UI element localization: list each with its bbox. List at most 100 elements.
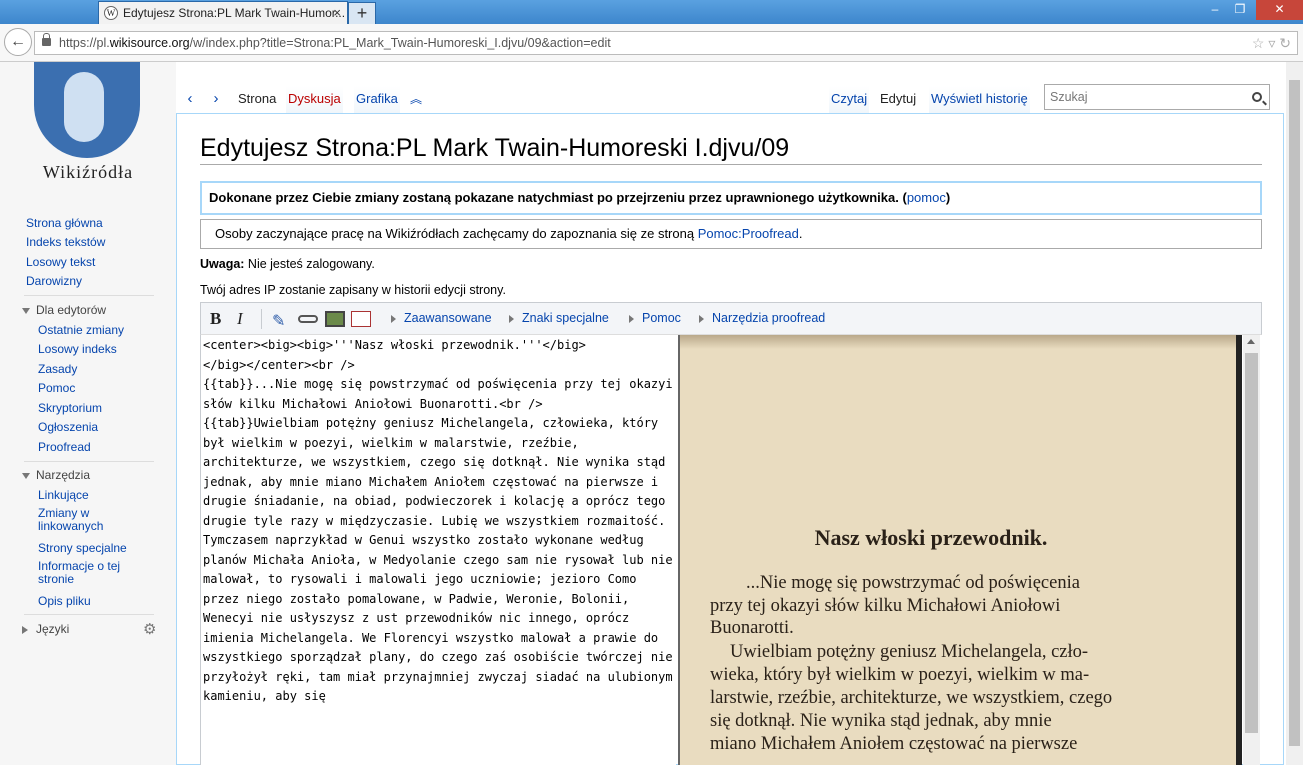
help-link[interactable]: pomoc xyxy=(907,190,946,205)
scan-line: ...Nie mogę się powstrzymać od poświęcen… xyxy=(746,573,1080,593)
tab-title: Edytujesz Strona:PL Mark Twain-Humor... xyxy=(123,6,346,20)
gear-icon[interactable]: ⚙ xyxy=(143,620,156,638)
expand-triangle-icon xyxy=(22,625,28,634)
proofread-notice-end: . xyxy=(798,226,803,241)
globe-logo-icon xyxy=(34,62,140,158)
url-domain: wikisource.org xyxy=(109,36,190,50)
toolbar-special-chars[interactable]: Znaki specjalne xyxy=(509,311,609,325)
browser-tab[interactable]: W Edytujesz Strona:PL Mark Twain-Humor..… xyxy=(98,1,348,24)
page-scrollbar-thumb[interactable] xyxy=(1289,80,1300,746)
new-tab-button[interactable]: + xyxy=(348,2,376,24)
toolbar-advanced[interactable]: Zaawansowane xyxy=(391,311,492,325)
sidebar-item-help[interactable]: Pomoc xyxy=(38,379,75,399)
page-scan-image: Nasz włoski przewodnik. ...Nie mogę się … xyxy=(678,335,1242,765)
sidebar-item-text-index[interactable]: Indeks tekstów xyxy=(26,233,105,253)
search-icon[interactable] xyxy=(1252,92,1262,102)
wikisource-logo[interactable]: Wikiźródła xyxy=(28,62,148,182)
toolbar-proofread-tools[interactable]: Narzędzia proofread xyxy=(699,311,825,325)
sidebar-item-random-index[interactable]: Losowy indeks xyxy=(38,340,117,360)
tab-read[interactable]: Czytaj xyxy=(829,86,870,114)
scan-line: przy tej okazyi słów kilku Michałowi Ani… xyxy=(710,596,1061,616)
scan-line: larstwie, rzeźbie, architekturze, we wsz… xyxy=(710,688,1113,708)
image-icon[interactable] xyxy=(325,311,345,327)
search-input[interactable]: Szukaj xyxy=(1044,84,1270,110)
sidebar-item-donations[interactable]: Darowizny xyxy=(26,272,82,292)
review-notice-end: ) xyxy=(945,190,951,205)
tab-history[interactable]: Wyświetl historię xyxy=(929,86,1030,114)
sidebar-item-file-description[interactable]: Opis pliku xyxy=(38,592,91,612)
wikipedia-favicon-icon: W xyxy=(104,6,118,20)
sidebar-item-main-page[interactable]: Strona główna xyxy=(26,214,103,234)
editors-section-header[interactable]: Dla edytorów xyxy=(22,303,106,317)
tools-section-header[interactable]: Narzędzia xyxy=(22,468,90,482)
sidebar-divider xyxy=(24,461,154,462)
sidebar-item-special-pages[interactable]: Strony specjalne xyxy=(38,539,127,559)
scan-line: się dotknął. Nie wynika stąd jednak, aby… xyxy=(710,711,1052,731)
back-arrow-icon[interactable]: ← xyxy=(4,28,32,56)
proofread-notice-text: Osoby zaczynające pracę na Wikiźródłach … xyxy=(215,226,698,241)
languages-section-header[interactable]: Języki xyxy=(22,622,69,636)
tab-edit[interactable]: Edytuj xyxy=(878,86,919,114)
review-notice-text: Dokonane przez Ciebie zmiany zostaną pok… xyxy=(209,190,907,205)
scan-page-edge xyxy=(680,335,1242,349)
sidebar-item-announcements[interactable]: Ogłoszenia xyxy=(38,418,98,438)
signature-icon[interactable]: ✎ xyxy=(272,311,292,330)
reference-icon[interactable] xyxy=(351,311,371,327)
login-warning: Uwaga: Nie jesteś zalogowany. xyxy=(200,257,375,271)
sidebar-item-recent-changes[interactable]: Ostatnie zmiany xyxy=(38,321,124,341)
sidebar-item-related-changes[interactable]: Zmiany w linkowanych xyxy=(38,507,118,533)
browser-navbar: ← https://pl.wikisource.org/w/index.php?… xyxy=(0,24,1303,62)
tab-discussion[interactable]: Dyskusja xyxy=(286,86,343,114)
link-icon[interactable] xyxy=(298,315,318,323)
sidebar-item-what-links-here[interactable]: Linkujące xyxy=(38,486,89,506)
sidebar-item-page-info[interactable]: Informacje o tej stronie xyxy=(38,560,138,586)
url-path: /w/index.php?title=Strona:PL_Mark_Twain-… xyxy=(189,36,611,50)
editors-header-label: Dla edytorów xyxy=(36,303,107,317)
sidebar-divider xyxy=(24,614,154,615)
lock-icon xyxy=(42,33,51,46)
warning-text: Nie jesteś zalogowany. xyxy=(244,257,375,271)
ip-notice: Twój adres IP zostanie zapisany w histor… xyxy=(200,283,506,297)
proofread-notice: Osoby zaczynające pracę na Wikiźródłach … xyxy=(200,219,1262,249)
wikitext-editor[interactable]: <center><big><big>'''Nasz włoski przewod… xyxy=(200,335,676,765)
search-placeholder: Szukaj xyxy=(1050,90,1088,104)
bookmark-star-icon[interactable]: ☆ ▿ ↻ xyxy=(1252,32,1291,54)
italic-button[interactable]: I xyxy=(237,309,243,329)
scroll-up-icon[interactable] xyxy=(1247,339,1255,344)
tab-close-icon[interactable]: × xyxy=(333,2,341,24)
scan-scrollbar[interactable] xyxy=(1243,335,1260,765)
bold-button[interactable]: B xyxy=(210,309,221,329)
prev-page-icon[interactable]: ‹ xyxy=(179,86,201,114)
page-scrollbar[interactable] xyxy=(1286,62,1303,765)
logo-wordmark: Wikiźródła xyxy=(42,162,134,182)
collapse-triangle-icon xyxy=(22,307,30,314)
minimize-button[interactable]: – xyxy=(1203,0,1227,20)
up-chevron-icon[interactable]: ︽ xyxy=(405,86,427,114)
address-bar[interactable]: https://pl.wikisource.org/w/index.php?ti… xyxy=(34,31,1298,55)
proofread-help-link[interactable]: Pomoc:Proofread xyxy=(698,226,799,241)
sidebar-item-scriptorium[interactable]: Skryptorium xyxy=(38,399,102,419)
next-page-icon[interactable]: › xyxy=(205,86,227,114)
tools-header-label: Narzędzia xyxy=(36,468,91,482)
scan-line: wieka, który był wielkim w poezyi, wielk… xyxy=(710,665,1090,685)
scan-line: Buonarotti. xyxy=(710,618,794,638)
scrollbar-thumb[interactable] xyxy=(1245,353,1258,733)
toolbar-help[interactable]: Pomoc xyxy=(629,311,681,325)
sidebar-divider xyxy=(24,295,154,296)
sidebar-item-random-text[interactable]: Losowy tekst xyxy=(26,253,95,273)
scan-line: Uwielbiam potężny geniusz Michelangela, … xyxy=(730,642,1089,662)
window-titlebar: W Edytujesz Strona:PL Mark Twain-Humor..… xyxy=(0,0,1303,24)
scan-binding-edge xyxy=(1236,335,1242,765)
scan-title: Nasz włoski przewodnik. xyxy=(814,525,1048,550)
maximize-button[interactable]: ❐ xyxy=(1228,0,1252,20)
edit-toolbar: B I ✎ Zaawansowane Znaki specjalne Pomoc… xyxy=(200,302,1262,335)
languages-header-label: Języki xyxy=(36,622,70,636)
sidebar-item-rules[interactable]: Zasady xyxy=(38,360,77,380)
toolbar-divider xyxy=(261,309,262,329)
tab-page[interactable]: Strona xyxy=(236,86,279,114)
close-window-button[interactable]: ✕ xyxy=(1256,0,1303,20)
tab-image[interactable]: Grafika xyxy=(354,86,400,114)
sidebar-item-proofread[interactable]: Proofread xyxy=(38,438,91,458)
collapse-triangle-icon xyxy=(22,472,30,479)
review-notice: Dokonane przez Ciebie zmiany zostaną pok… xyxy=(200,181,1262,215)
